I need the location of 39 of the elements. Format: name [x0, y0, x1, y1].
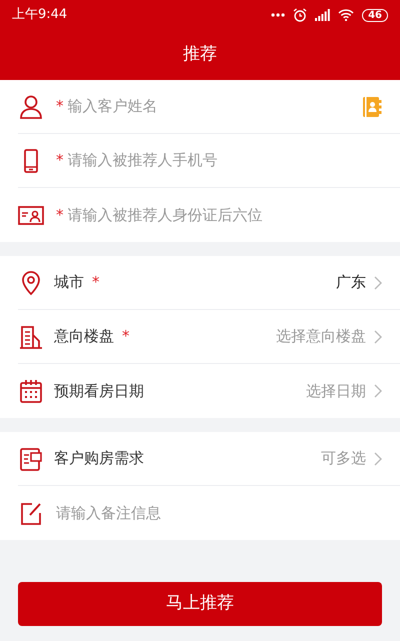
select-row[interactable]: 城市 * 广东: [18, 256, 400, 310]
signal-icon: [315, 9, 330, 21]
page-title: 推荐: [183, 43, 217, 66]
text-field[interactable]: 请输入被推荐人手机号: [68, 149, 382, 172]
placeholder-text: 选择日期: [306, 380, 366, 402]
select-row[interactable]: 意向楼盘 * 选择意向楼盘: [18, 310, 400, 364]
edit-icon: [18, 500, 44, 526]
required-mark: *: [56, 96, 64, 118]
field-label: 客户购房需求: [54, 448, 144, 470]
contacts-icon[interactable]: [362, 96, 382, 118]
building-icon: [18, 324, 44, 350]
submit-button[interactable]: 马上推荐: [18, 582, 382, 626]
text-field[interactable]: 请输入备注信息: [56, 502, 382, 524]
chevron-right-icon: [374, 330, 382, 344]
select-row[interactable]: 客户购房需求 可多选: [18, 432, 400, 486]
required-mark: *: [92, 272, 100, 294]
calendar-icon: [18, 378, 44, 404]
required-mark: *: [56, 204, 64, 226]
more-icon: [271, 13, 286, 17]
chevron-right-icon: [374, 384, 382, 398]
field-value: 广东: [336, 272, 366, 294]
chevron-right-icon: [374, 452, 382, 466]
required-mark: *: [56, 150, 64, 172]
person-icon: [18, 94, 44, 120]
select-row[interactable]: 预期看房日期 选择日期: [18, 364, 400, 418]
text-field[interactable]: 请输入被推荐人身份证后六位: [68, 204, 382, 226]
field-label: 意向楼盘: [54, 326, 114, 348]
required-mark: *: [122, 326, 130, 348]
placeholder-text: 选择意向楼盘: [276, 326, 366, 348]
wifi-icon: [338, 9, 354, 21]
field-label: 城市: [54, 272, 84, 294]
alarm-icon: [293, 8, 308, 22]
field-label: 预期看房日期: [54, 380, 144, 402]
document-icon: [18, 446, 44, 472]
status-time: 上午9:44: [12, 6, 68, 24]
placeholder-text: 可多选: [321, 448, 366, 470]
battery-level: 46: [362, 8, 388, 22]
text-field[interactable]: 输入客户姓名: [68, 95, 358, 118]
chevron-right-icon: [374, 276, 382, 290]
